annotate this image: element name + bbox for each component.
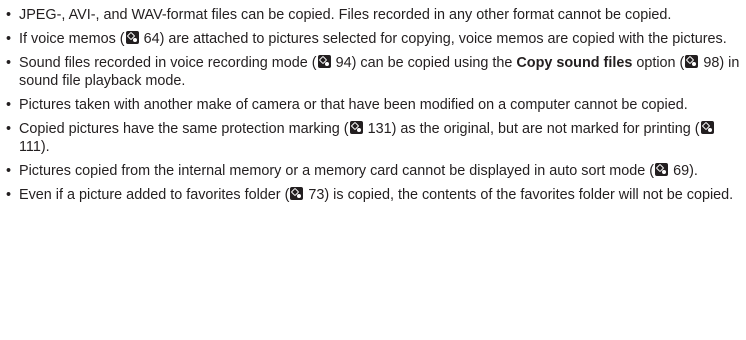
note-text: option ( — [632, 55, 685, 71]
bullet: • — [6, 121, 12, 137]
note-text: Pictures copied from the internal memory… — [19, 163, 655, 179]
note-text: ). — [40, 139, 50, 155]
note-item-voice-memos: • If voice memos ( 64) are attached to p… — [0, 30, 746, 48]
note-text: If voice memos ( — [19, 31, 125, 47]
page-ref: 98 — [703, 55, 720, 71]
note-item-favorites: • Even if a picture added to favorites f… — [0, 186, 746, 204]
bullet: • — [6, 7, 12, 23]
note-text: ) is copied, the contents of the favorit… — [324, 187, 734, 203]
note-item-auto-sort: • Pictures copied from the internal memo… — [0, 162, 746, 180]
page-ref: 131 — [367, 121, 392, 137]
page-reference-icon — [317, 55, 331, 68]
bullet: • — [6, 31, 12, 47]
note-text: ) can be copied using the — [351, 55, 517, 71]
page-reference-icon — [685, 55, 699, 68]
page-ref: 69 — [673, 163, 690, 179]
setting-name: Copy sound files — [516, 55, 633, 71]
bullet: • — [6, 97, 12, 113]
note-text: Copied pictures have the same protection… — [19, 121, 349, 137]
note-text: ) are attached to pictures selected for … — [159, 31, 727, 47]
page-reference-icon — [700, 121, 714, 134]
page-reference-icon — [655, 163, 669, 176]
bullet: • — [6, 163, 12, 179]
note-text: JPEG-, AVI-, and WAV-format files can be… — [19, 7, 672, 23]
page-reference-icon — [125, 31, 139, 44]
bullet: • — [6, 55, 12, 71]
bullet: • — [6, 187, 12, 203]
note-item-other-cameras: • Pictures taken with another make of ca… — [0, 96, 746, 114]
page-ref: 111 — [19, 139, 41, 155]
page-reference-icon — [290, 187, 304, 200]
page-ref: 73 — [308, 187, 325, 203]
note-item-sound-files: • Sound files recorded in voice recordin… — [0, 54, 746, 90]
note-text: Even if a picture added to favorites fol… — [19, 187, 290, 203]
note-item-protection: • Copied pictures have the same protecti… — [0, 120, 746, 156]
note-text: Pictures taken with another make of came… — [19, 97, 688, 113]
notes-list: • JPEG-, AVI-, and WAV-format files can … — [0, 6, 746, 210]
page-ref: 64 — [143, 31, 160, 47]
page-ref: 94 — [335, 55, 352, 71]
note-item-file-formats: • JPEG-, AVI-, and WAV-format files can … — [0, 6, 746, 24]
note-text: ). — [689, 163, 698, 179]
page-reference-icon — [349, 121, 363, 134]
note-text: ) as the original, but are not marked fo… — [391, 121, 700, 137]
note-text: Sound files recorded in voice recording … — [19, 55, 317, 71]
